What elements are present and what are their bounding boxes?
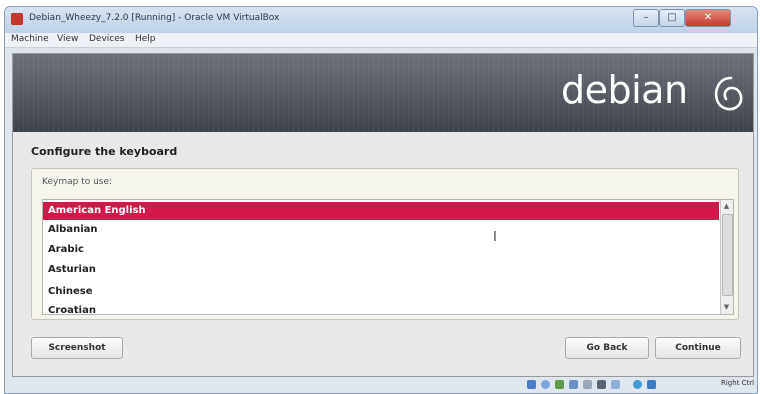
virtualbox-window: Debian_Wheezy_7.2.0 [Running] - Oracle V… [4,6,758,394]
usb-icon[interactable] [555,380,564,389]
keymap-option-american-english[interactable]: American English [43,202,719,220]
debian-swirl-icon [714,76,743,111]
mouse-integration-icon[interactable] [633,380,642,389]
status-bar: Right Ctrl [5,377,757,393]
scroll-thumb[interactable] [722,214,733,296]
network-icon[interactable] [569,380,578,389]
continue-button[interactable]: Continue [655,337,741,359]
close-icon: ✕ [703,12,713,23]
keymap-option-arabic[interactable]: Arabic [43,241,719,259]
window-title: Debian_Wheezy_7.2.0 [Running] - Oracle V… [29,13,280,23]
page-title: Configure the keyboard [31,145,178,158]
text-cursor-icon: I [493,230,497,245]
go-back-button[interactable]: Go Back [565,337,649,359]
virtualbox-app-icon [11,13,23,25]
scroll-down-icon[interactable]: ▼ [722,302,731,312]
video-capture-icon[interactable] [611,380,620,389]
keymap-option-asturian[interactable]: Asturian [43,261,719,279]
shared-folders-icon[interactable] [583,380,592,389]
host-key-arrow-icon [647,380,656,389]
menu-machine[interactable]: Machine [11,34,49,44]
keymap-option-albanian[interactable]: Albanian [43,221,719,239]
debian-banner: debian [13,54,753,132]
scroll-up-icon[interactable]: ▲ [722,201,731,211]
keymap-option-croatian[interactable]: Croatian [43,302,719,314]
menu-help[interactable]: Help [135,34,156,44]
title-bar[interactable]: Debian_Wheezy_7.2.0 [Running] - Oracle V… [5,7,757,33]
keymap-listbox[interactable]: American English Albanian Arabic Asturia… [42,199,734,315]
close-button[interactable]: ✕ [685,9,731,27]
host-key-label: Right Ctrl [721,379,755,387]
keymap-option-chinese[interactable]: Chinese [43,283,719,301]
maximize-button[interactable]: □ [659,9,685,27]
display-icon[interactable] [597,380,606,389]
debian-logo-text: debian [561,68,688,112]
hard-disk-icon[interactable] [527,380,536,389]
menu-bar: Machine View Devices Help [5,33,757,48]
menu-devices[interactable]: Devices [89,34,124,44]
keymap-label: Keymap to use: [42,177,113,187]
vm-display[interactable]: debian Configure the keyboard Keymap to … [12,53,754,377]
maximize-icon: □ [667,12,677,23]
menu-view[interactable]: View [57,34,78,44]
screenshot-button[interactable]: Screenshot [31,337,123,359]
keymap-panel: Keymap to use: American English Albanian… [31,168,739,320]
minimize-icon: – [643,12,649,23]
minimize-button[interactable]: – [633,9,659,27]
listbox-scrollbar[interactable]: ▲ ▼ [720,200,733,314]
optical-drive-icon[interactable] [541,380,550,389]
